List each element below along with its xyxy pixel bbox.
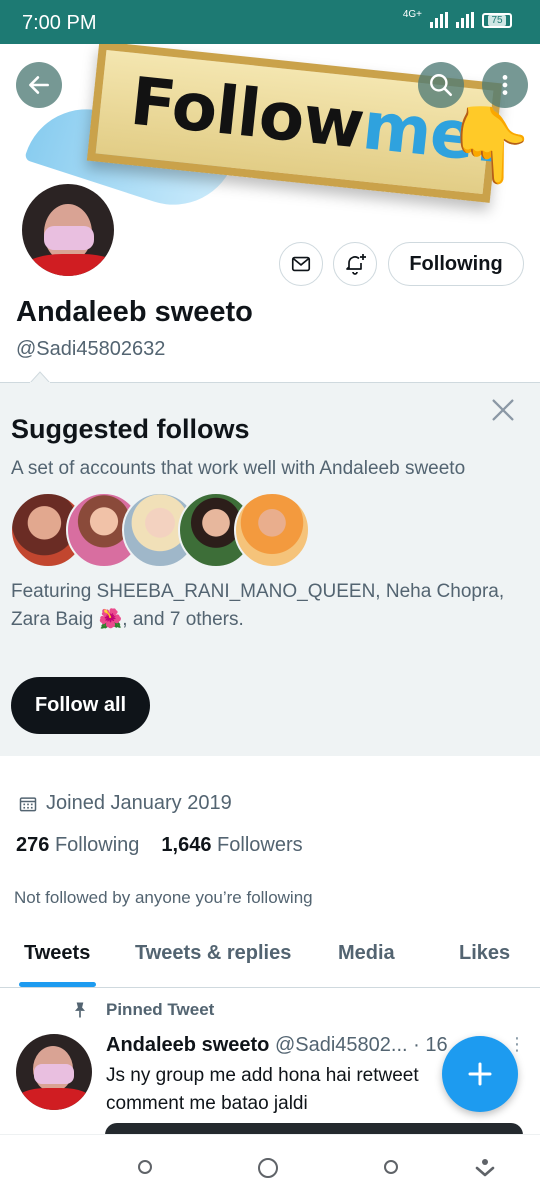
pinned-row: Pinned Tweet — [70, 1000, 214, 1020]
tweet-avatar[interactable] — [16, 1034, 92, 1110]
active-tab-indicator — [19, 982, 96, 987]
battery-icon: 75 — [482, 12, 512, 28]
nav-hide-icon — [475, 1159, 495, 1177]
battery-level: 75 — [488, 14, 506, 26]
followers-label: Followers — [217, 834, 303, 856]
panel-notch — [30, 371, 50, 383]
suggested-avatar — [234, 492, 310, 568]
signal-icon-2 — [456, 12, 474, 28]
suggested-featuring: Featuring SHEEBA_RANI_MANO_QUEEN, Neha C… — [11, 581, 505, 630]
nav-home-button[interactable] — [257, 1157, 279, 1179]
notifications-button[interactable] — [333, 242, 377, 286]
network-type: 4G+ — [402, 8, 422, 20]
status-time: 7:00 PM — [22, 12, 97, 34]
tab-likes[interactable]: Likes — [459, 942, 510, 965]
pinned-label: Pinned Tweet — [106, 1000, 215, 1019]
tweet-author[interactable]: Andaleeb sweeto — [106, 1034, 269, 1056]
profile-handle: @Sadi45802632 — [16, 338, 166, 360]
back-button[interactable] — [16, 62, 62, 108]
following-label: Following — [54, 834, 140, 856]
message-button[interactable] — [279, 242, 323, 286]
pointing-hand-icon: 👇 — [444, 103, 537, 186]
follow-all-button[interactable]: Follow all — [11, 677, 150, 734]
status-indicators: 4G+ 75 — [402, 8, 512, 28]
nav-recents-button[interactable] — [137, 1159, 153, 1175]
suggested-title: Suggested follows — [11, 414, 250, 444]
arrow-left-icon — [29, 76, 49, 94]
tweet-handle-time: @Sadi45802... · 16 — [274, 1034, 448, 1056]
following-stat[interactable]: 276 Following — [16, 834, 139, 857]
status-bar: 7:00 PM 4G+ 75 — [0, 0, 540, 44]
system-navigation-bar — [0, 1134, 540, 1200]
joined-date: Joined January 2019 — [18, 792, 232, 815]
joined-text: Joined January 2019 — [46, 792, 232, 814]
suggested-subtitle: A set of accounts that work well with An… — [11, 458, 466, 479]
more-options-button[interactable] — [482, 62, 528, 108]
nav-back-button[interactable] — [383, 1159, 399, 1175]
following-count: 276 — [16, 834, 50, 856]
more-vertical-icon — [502, 75, 508, 95]
avatar-mask — [34, 1064, 74, 1084]
search-button[interactable] — [418, 62, 464, 108]
tab-tweets-replies[interactable]: Tweets & replies — [135, 942, 291, 965]
compose-tweet-button[interactable] — [442, 1036, 518, 1112]
profile-tabs: Tweets Tweets & replies Media Likes — [0, 924, 540, 988]
calendar-icon — [19, 796, 37, 811]
bell-plus-icon — [346, 254, 366, 275]
search-icon — [430, 74, 453, 97]
avatar-shirt — [16, 1088, 92, 1110]
not-followed-text: Not followed by anyone you’re following — [14, 888, 313, 907]
circle-small-icon — [138, 1160, 152, 1174]
tab-tweets[interactable]: Tweets — [24, 942, 90, 965]
tweet-text: Js ny group me add hona hai retweet comm… — [106, 1065, 419, 1114]
mail-icon — [291, 256, 311, 272]
nav-assistant-button[interactable] — [474, 1157, 496, 1179]
circle-small-icon — [384, 1160, 398, 1174]
followers-stat[interactable]: 1,646 Followers — [161, 834, 302, 857]
plus-icon — [468, 1062, 492, 1086]
tweet-header: Andaleeb sweeto @Sadi45802... · 16 — [106, 1034, 448, 1057]
follow-stats: 276 Following 1,646 Followers — [16, 834, 303, 857]
profile-name: Andaleeb sweeto — [16, 296, 253, 328]
pin-icon — [75, 1002, 85, 1018]
signal-icon — [430, 12, 448, 28]
close-icon[interactable] — [489, 396, 517, 424]
profile-avatar[interactable] — [18, 180, 118, 280]
home-circle-icon — [258, 1158, 278, 1178]
following-button[interactable]: Following — [388, 242, 524, 286]
followers-count: 1,646 — [161, 834, 212, 856]
avatar-shirt — [22, 254, 114, 276]
tab-media[interactable]: Media — [338, 942, 395, 965]
avatar-mask — [44, 226, 94, 250]
